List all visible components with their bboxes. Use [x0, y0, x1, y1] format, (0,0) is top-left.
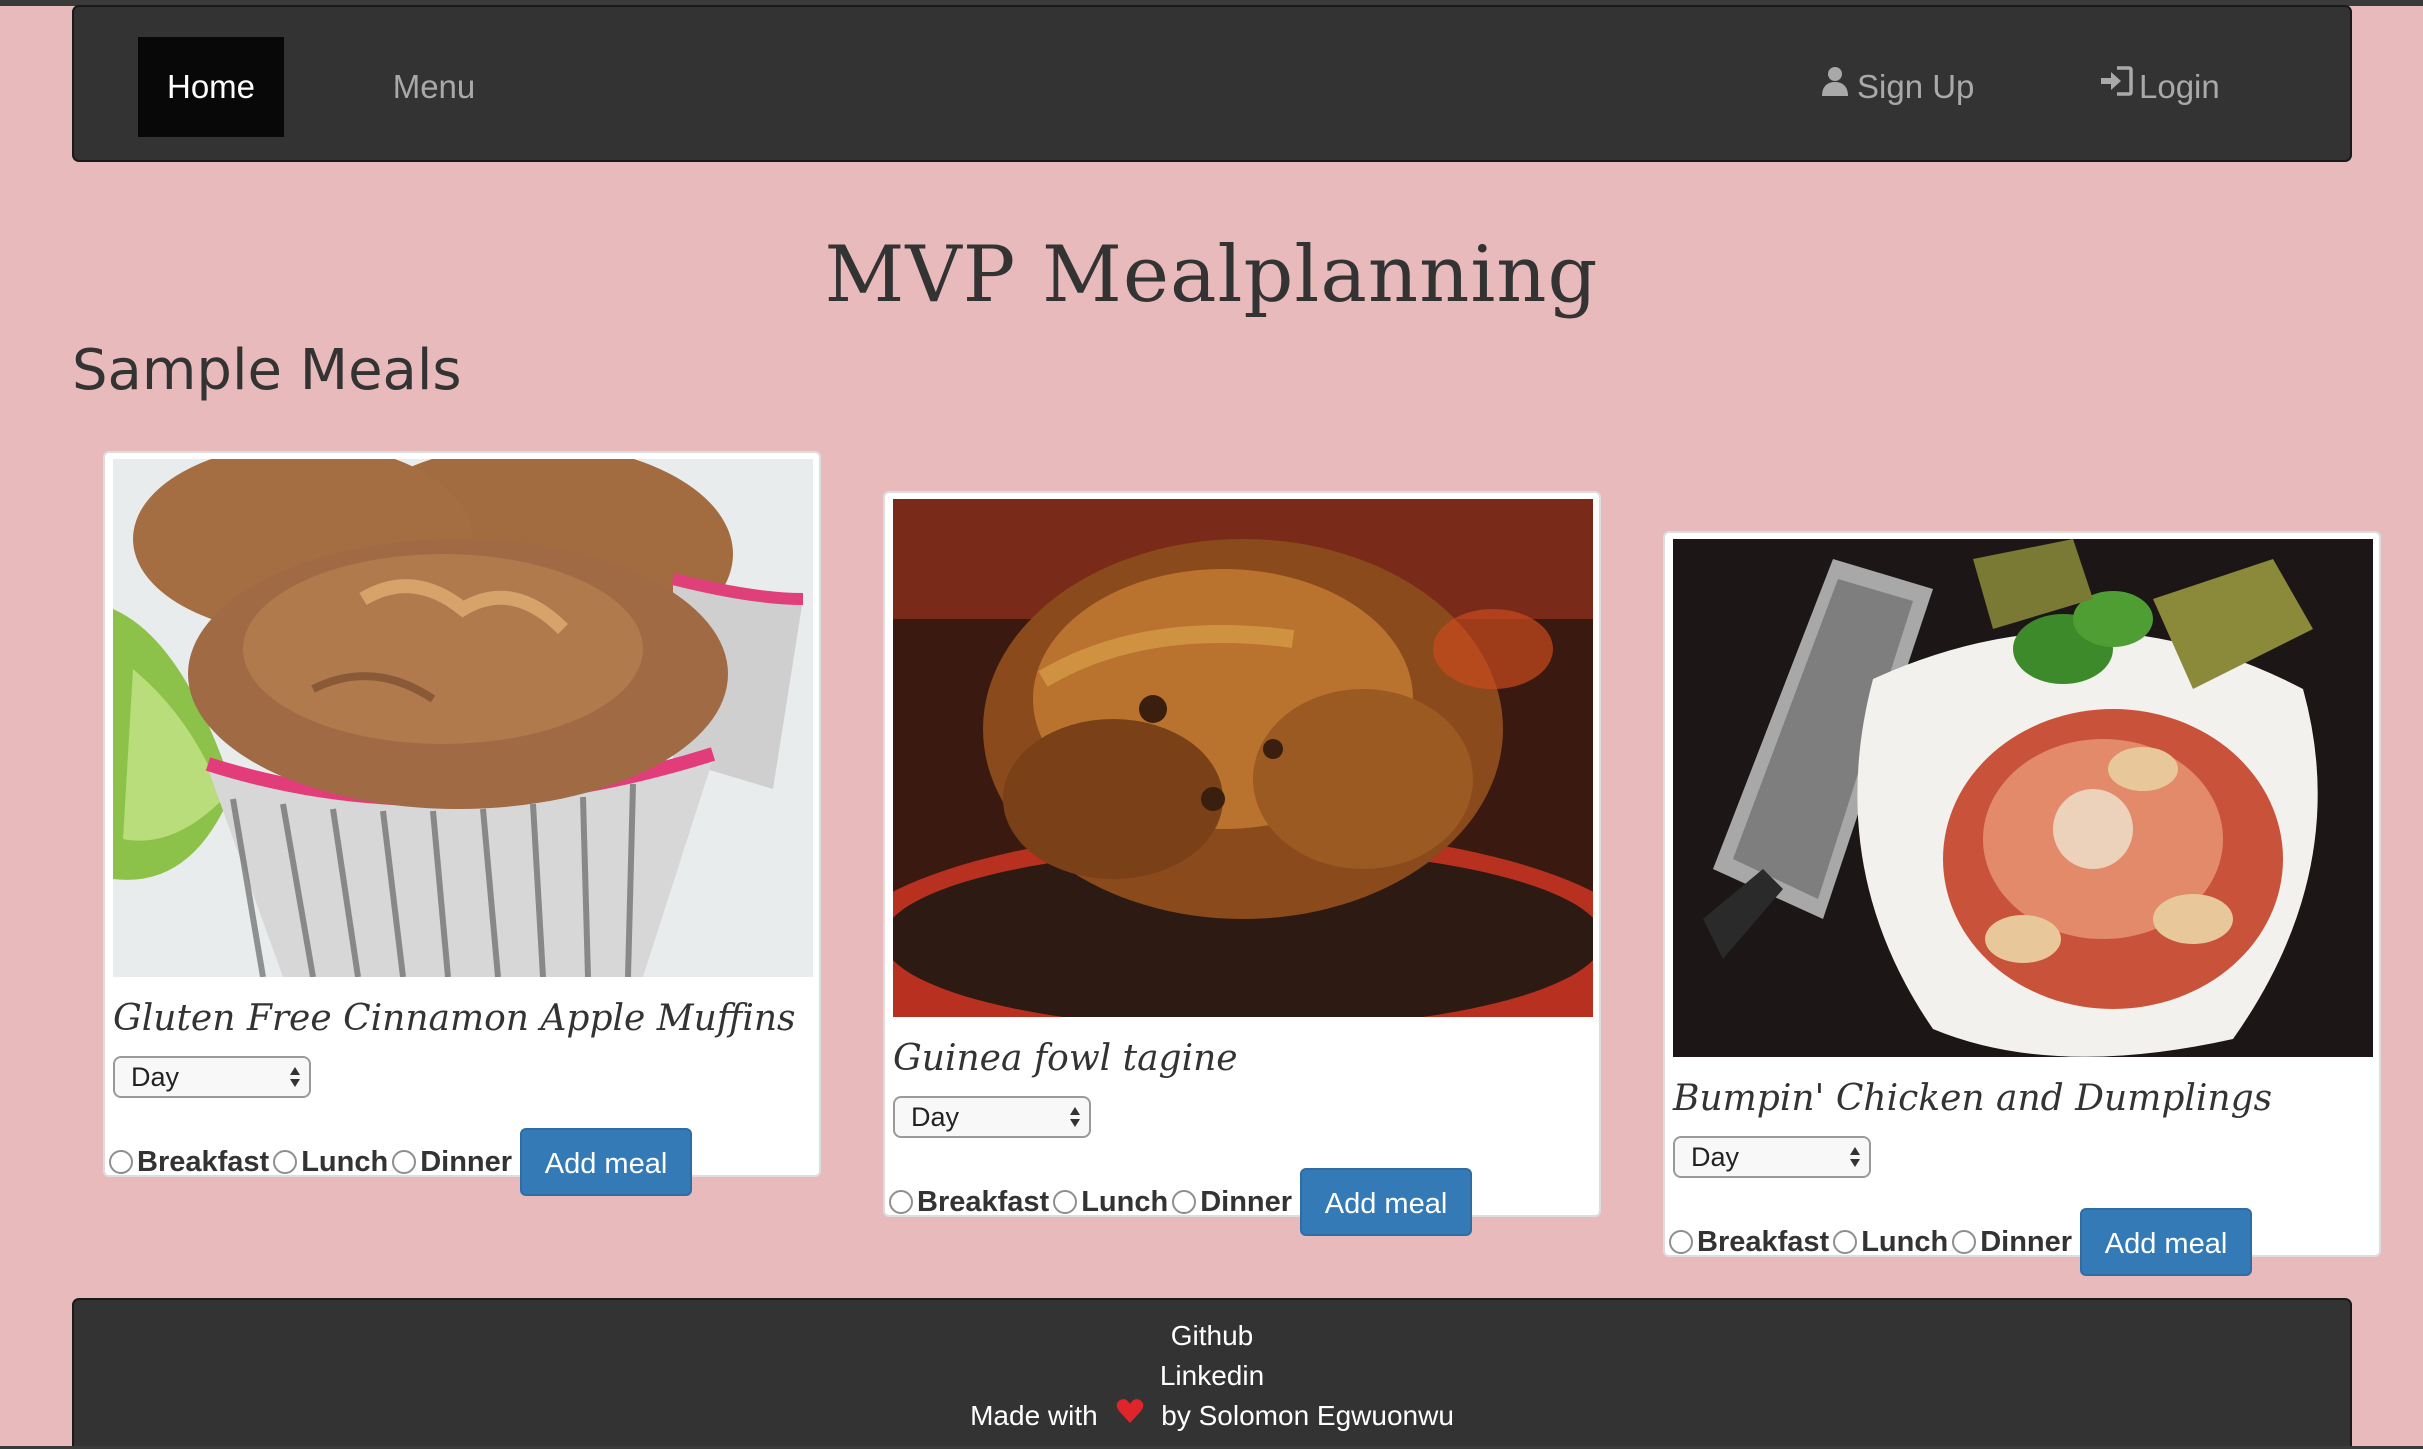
dinner-label: Dinner — [1200, 1185, 1293, 1218]
day-select-value: Day — [131, 1062, 180, 1092]
dinner-option[interactable]: Dinner — [392, 1146, 512, 1179]
lunch-radio[interactable] — [273, 1150, 298, 1174]
dinner-radio[interactable] — [1172, 1190, 1197, 1214]
meal-card: Bumpin' Chicken and Dumplings Day Breakf… — [1663, 531, 2381, 1276]
breakfast-radio[interactable] — [109, 1150, 133, 1174]
meal-title: Gluten Free Cinnamon Apple Muffins — [113, 998, 796, 1039]
select-arrows-icon — [1850, 1147, 1860, 1167]
tagine-image — [893, 499, 1593, 1017]
breakfast-radio[interactable] — [1669, 1230, 1693, 1254]
add-meal-button[interactable]: Add meal — [2080, 1208, 2253, 1276]
breakfast-option[interactable]: Breakfast — [889, 1186, 1049, 1219]
breakfast-option[interactable]: Breakfast — [1669, 1226, 1829, 1259]
pasta-image — [1673, 539, 2373, 1057]
breakfast-label: Breakfast — [917, 1185, 1050, 1218]
page-title: MVP Mealplanning — [824, 230, 1599, 320]
nav-home-link[interactable]: Home — [138, 37, 284, 137]
footer: Github Linkedin Made with by Solomon Egw… — [72, 1298, 2352, 1449]
made-with-suffix: by Solomon Egwuonwu — [1161, 1400, 1454, 1431]
section-title: Sample Meals — [72, 338, 462, 403]
dinner-label: Dinner — [420, 1145, 513, 1178]
select-arrows-icon — [290, 1067, 300, 1087]
meal-options-row: Breakfast Lunch Dinner Add meal — [889, 1168, 1473, 1236]
lunch-label: Lunch — [301, 1145, 389, 1178]
lunch-label: Lunch — [1081, 1185, 1169, 1218]
login-icon — [2099, 36, 2133, 136]
made-with-credit: Made with by Solomon Egwuonwu — [74, 1398, 2350, 1434]
day-select[interactable]: Day — [113, 1056, 311, 1098]
meal-title: Guinea fowl tagine — [893, 1038, 1238, 1079]
nav-signup-link[interactable]: Sign Up — [1819, 37, 1989, 137]
navbar: Home Menu Sign Up Login — [72, 5, 2352, 162]
day-select[interactable]: Day — [893, 1096, 1091, 1138]
github-link[interactable]: Github — [74, 1320, 2350, 1352]
breakfast-option[interactable]: Breakfast — [109, 1146, 269, 1179]
dinner-label: Dinner — [1980, 1225, 2073, 1258]
day-select[interactable]: Day — [1673, 1136, 1871, 1178]
dinner-radio[interactable] — [1952, 1230, 1977, 1254]
login-label: Login — [2139, 68, 2220, 105]
meal-options-row: Breakfast Lunch Dinner Add meal — [1669, 1208, 2253, 1276]
nav-menu-link[interactable]: Menu — [374, 37, 494, 137]
select-arrows-icon — [1070, 1107, 1080, 1127]
made-with-prefix: Made with — [970, 1400, 1098, 1431]
meal-options-row: Breakfast Lunch Dinner Add meal — [109, 1128, 693, 1196]
lunch-label: Lunch — [1861, 1225, 1949, 1258]
nav-login-link[interactable]: Login — [2099, 37, 2239, 137]
signup-label: Sign Up — [1857, 68, 1975, 105]
meal-card: Guinea fowl tagine Day Breakfast Lunch Din… — [883, 491, 1601, 1236]
heart-icon — [1116, 1398, 1144, 1431]
lunch-radio[interactable] — [1053, 1190, 1078, 1214]
dinner-option[interactable]: Dinner — [1172, 1186, 1292, 1219]
lunch-radio[interactable] — [1833, 1230, 1858, 1254]
day-select-value: Day — [911, 1102, 960, 1132]
linkedin-link[interactable]: Linkedin — [74, 1360, 2350, 1392]
user-icon — [1819, 36, 1851, 136]
breakfast-label: Breakfast — [137, 1145, 270, 1178]
lunch-option[interactable]: Lunch — [1833, 1226, 1948, 1259]
breakfast-label: Breakfast — [1697, 1225, 1830, 1258]
meal-title: Bumpin' Chicken and Dumplings — [1673, 1078, 2273, 1119]
dinner-radio[interactable] — [392, 1150, 417, 1174]
meal-card: Gluten Free Cinnamon Apple Muffins Day B… — [103, 451, 821, 1196]
add-meal-button[interactable]: Add meal — [520, 1128, 693, 1196]
muffins-image — [113, 459, 813, 977]
dinner-option[interactable]: Dinner — [1952, 1226, 2072, 1259]
day-select-value: Day — [1691, 1142, 1740, 1172]
lunch-option[interactable]: Lunch — [273, 1146, 388, 1179]
add-meal-button[interactable]: Add meal — [1300, 1168, 1473, 1236]
lunch-option[interactable]: Lunch — [1053, 1186, 1168, 1219]
breakfast-radio[interactable] — [889, 1190, 913, 1214]
